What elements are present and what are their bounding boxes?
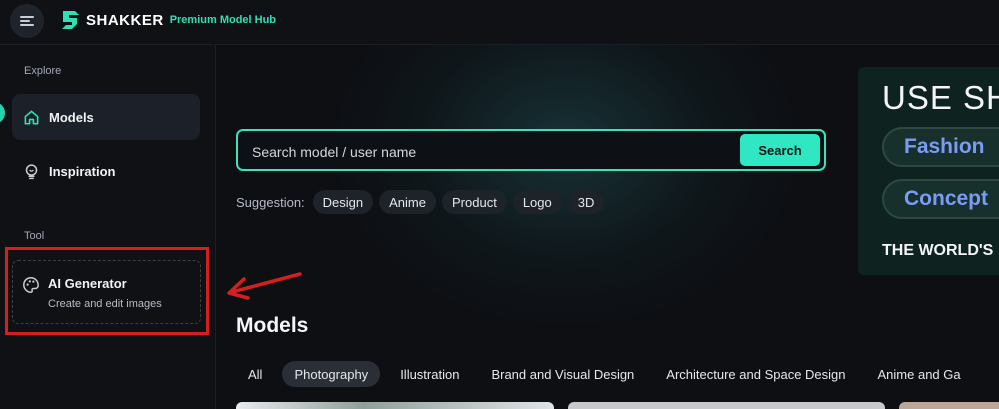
brand[interactable]: SHAKKER Premium Model Hub — [60, 9, 276, 31]
search-button[interactable]: Search — [740, 134, 820, 166]
annotation-arrow-icon — [227, 272, 302, 300]
lightbulb-icon — [22, 162, 40, 180]
tab-illustration[interactable]: Illustration — [388, 361, 471, 387]
hamburger-icon — [20, 16, 34, 26]
sidebar: Explore Models Inspiration Tool AI Gener… — [0, 45, 216, 409]
suggestion-chip-product[interactable]: Product — [442, 190, 507, 214]
suggestion-chip-3d[interactable]: 3D — [567, 190, 605, 214]
banner-title: USE SH — [882, 79, 999, 116]
suggestions-row: Suggestion: Design Anime Product Logo 3D — [236, 189, 610, 215]
sidebar-item-label: Models — [49, 109, 94, 125]
tab-architecture-space-design[interactable]: Architecture and Space Design — [654, 361, 857, 387]
home-icon — [22, 108, 40, 126]
tab-anime-games[interactable]: Anime and Ga — [866, 361, 973, 387]
sidebar-item-label: Inspiration — [49, 163, 116, 179]
banner-footer: THE WORLD'S — [882, 242, 994, 259]
background-glow — [336, 45, 796, 325]
models-heading: Models — [236, 314, 309, 337]
model-thumbnail[interactable] — [568, 402, 885, 409]
suggestion-label: Suggestion: — [236, 194, 305, 210]
top-bar: SHAKKER Premium Model Hub — [0, 0, 999, 45]
banner-pill-concept: Concept — [882, 179, 999, 219]
category-tabs: All Photography Illustration Brand and V… — [236, 361, 981, 387]
suggestion-chip-anime[interactable]: Anime — [379, 190, 436, 214]
model-thumbnail[interactable] — [236, 402, 554, 409]
tab-all[interactable]: All — [236, 361, 274, 387]
brand-name: SHAKKER — [86, 11, 164, 29]
suggestion-chip-logo[interactable]: Logo — [512, 190, 562, 214]
tab-brand-visual-design[interactable]: Brand and Visual Design — [479, 361, 646, 387]
sidebar-item-models[interactable]: Models — [12, 94, 200, 140]
menu-button[interactable] — [10, 4, 44, 38]
shakker-logo-icon — [62, 11, 79, 29]
banner-pill-fashion: Fashion — [882, 127, 999, 167]
search-bar: Search — [236, 129, 826, 171]
promo-banner[interactable]: USE SH Fashion Concept THE WORLD'S — [858, 67, 999, 275]
tab-photography[interactable]: Photography — [282, 361, 381, 387]
model-thumbnail[interactable] — [899, 402, 999, 409]
active-indicator — [0, 102, 5, 124]
explore-section-label: Explore — [24, 65, 62, 77]
brand-subtitle: Premium Model Hub — [169, 14, 277, 26]
sidebar-item-inspiration[interactable]: Inspiration — [12, 148, 200, 194]
tool-section-label: Tool — [24, 230, 45, 242]
suggestion-chip-design[interactable]: Design — [312, 190, 374, 214]
search-input[interactable] — [250, 141, 724, 163]
annotation-highlight-box — [5, 247, 209, 335]
main-content: Search Suggestion: Design Anime Product … — [216, 45, 999, 409]
